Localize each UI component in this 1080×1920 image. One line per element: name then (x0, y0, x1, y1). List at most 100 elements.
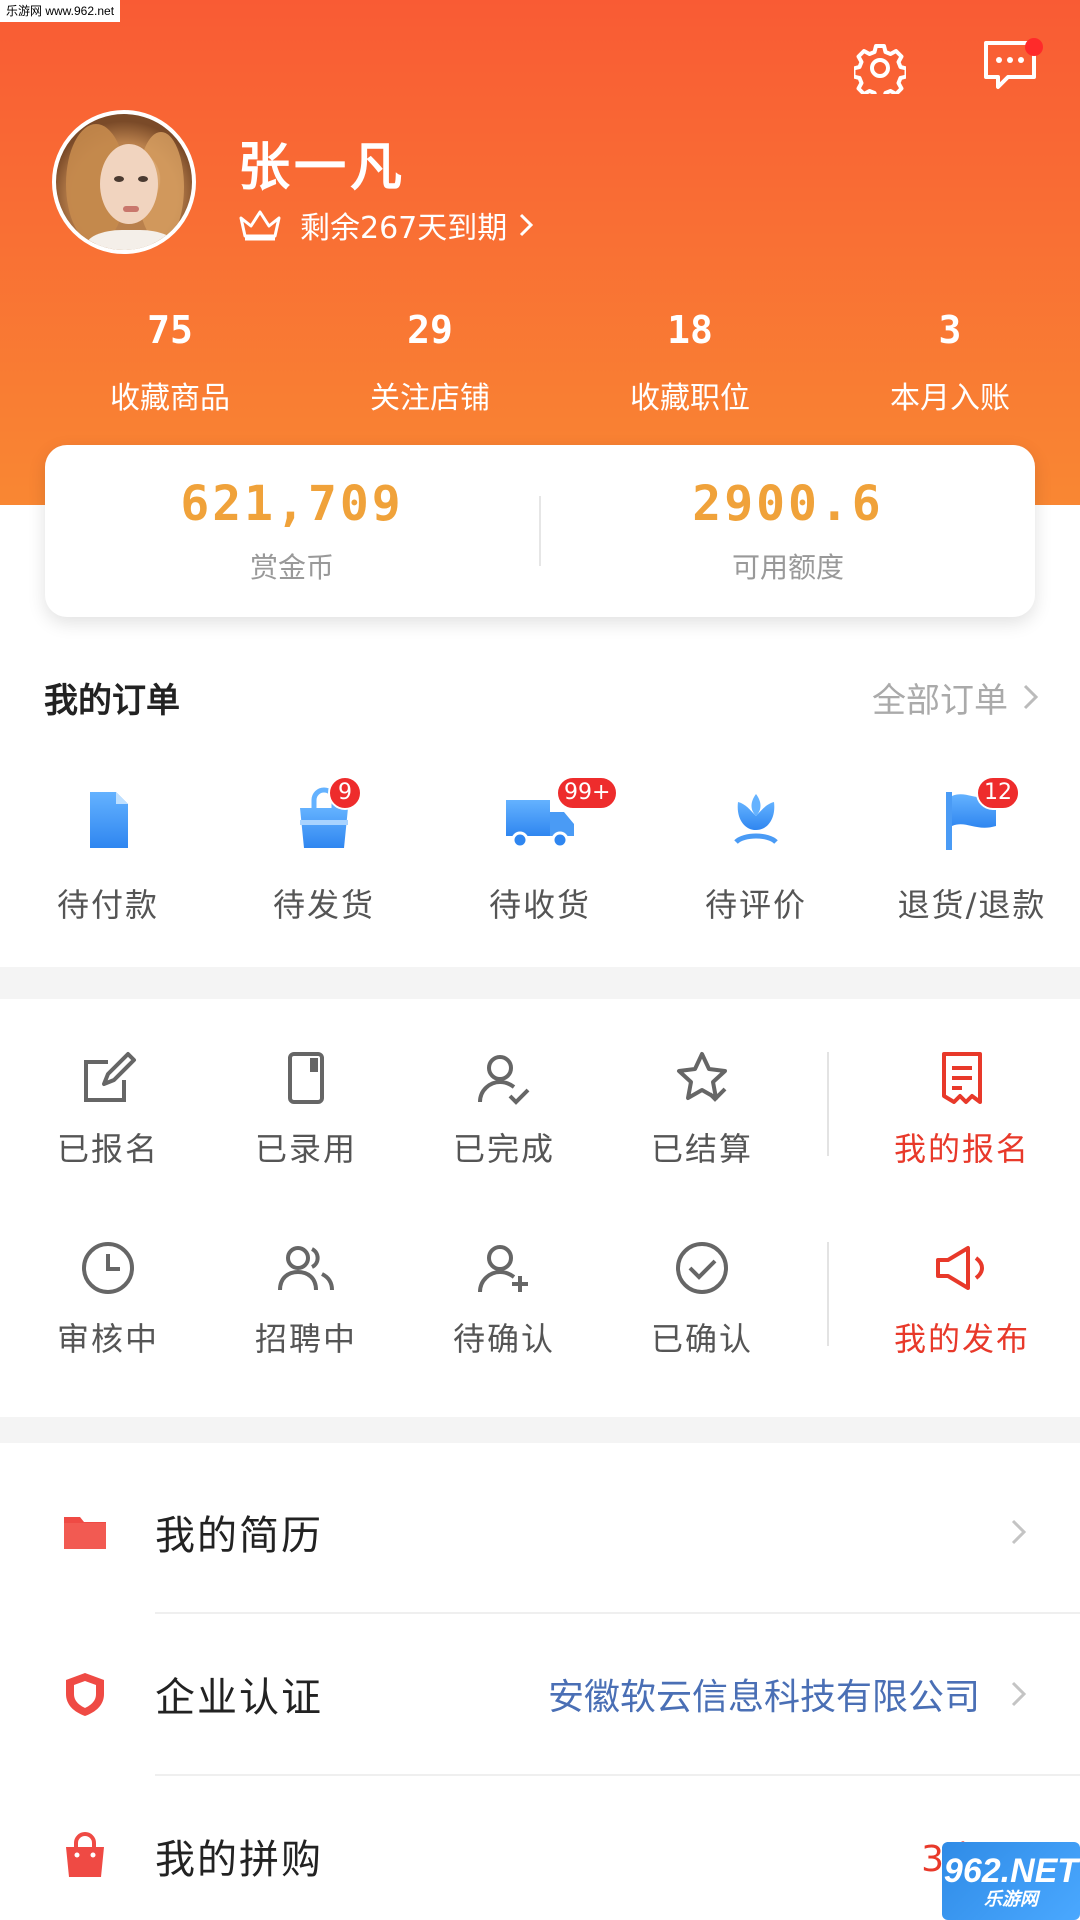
order-pending-shipment[interactable]: 9 待发货 (216, 776, 432, 930)
orders-title: 我的订单 (44, 680, 180, 721)
bag-icon (66, 1832, 104, 1877)
chevron-right-icon (1023, 684, 1039, 710)
wallet-coins[interactable]: 621,709 赏金币 (45, 476, 539, 586)
settings-button[interactable] (845, 33, 915, 103)
messages-button[interactable] (975, 30, 1045, 100)
job-label: 招聘中 (254, 1320, 357, 1358)
stat-label: 收藏商品 (110, 381, 230, 416)
all-orders-link[interactable]: 全部订单 (872, 673, 1040, 722)
job-label: 我的报名 (893, 1130, 1030, 1168)
order-badge: 99+ (556, 776, 619, 810)
job-label: 已确认 (650, 1320, 753, 1358)
stat-value: 18 (667, 308, 713, 352)
job-row-separator (827, 1242, 829, 1346)
job-under-review[interactable]: 审核中 (8, 1238, 208, 1360)
wallet-value: 2900.6 (692, 476, 884, 532)
avatar[interactable] (52, 110, 196, 254)
stat-followed-shops[interactable]: 29 关注店铺 (300, 305, 560, 417)
job-status-row-1: 已报名 已录用 已完成 已结算 我的报名 (0, 1048, 1080, 1208)
menu-title: 企业认证 (155, 1675, 323, 1721)
stat-label: 关注店铺 (370, 381, 490, 416)
folder-icon (64, 1517, 106, 1549)
job-label: 审核中 (56, 1320, 159, 1358)
stats-row: 75 收藏商品 29 关注店铺 18 收藏职位 3 本月入账 (40, 305, 1080, 417)
watermark-top: 乐游网 www.962.net (0, 0, 121, 22)
user-check-icon (478, 1055, 530, 1105)
order-label: 退货/退款 (897, 886, 1047, 924)
menu-group-buy[interactable]: 我的拼购 3张 (0, 1776, 1080, 1920)
stat-favorite-jobs[interactable]: 18 收藏职位 (560, 305, 820, 417)
orders-header: 我的订单 全部订单 (44, 672, 1040, 722)
watermark-logo: 962.NET 乐游网 (942, 1842, 1080, 1920)
job-pending-confirm[interactable]: 待确认 (404, 1238, 604, 1360)
order-pending-review[interactable]: 待评价 (648, 780, 864, 930)
job-hired[interactable]: 已录用 (206, 1048, 406, 1170)
wallet-label: 赏金币 (249, 551, 334, 584)
job-signed-up[interactable]: 已报名 (8, 1048, 208, 1170)
job-label: 已录用 (254, 1130, 357, 1168)
job-confirmed[interactable]: 已确认 (602, 1238, 802, 1360)
wallet-value: 621,709 (180, 476, 404, 532)
chevron-right-icon (1011, 1681, 1027, 1707)
watermark-line2: 乐游网 (984, 1889, 1038, 1909)
user-plus-icon (478, 1245, 528, 1293)
users-icon (278, 1246, 334, 1291)
chevron-right-icon (520, 213, 534, 237)
flower-icon (734, 794, 778, 845)
menu-title: 我的简历 (155, 1513, 323, 1559)
order-pending-payment[interactable]: 待付款 (0, 780, 216, 930)
document-icon (90, 792, 128, 848)
clock-icon (82, 1242, 134, 1294)
job-settled[interactable]: 已结算 (602, 1048, 802, 1170)
profile-header: 乐游网 www.962.net 张一凡 剩余267天到期 75 收藏商品 29 … (0, 0, 1080, 505)
order-badge: 12 (976, 776, 1020, 810)
job-label: 已完成 (452, 1130, 555, 1168)
gear-icon (854, 44, 906, 94)
order-badge: 9 (328, 776, 362, 810)
signup-doc-icon (942, 1052, 982, 1104)
job-label: 我的发布 (893, 1320, 1030, 1358)
section-divider (0, 1417, 1080, 1443)
wallet-credit[interactable]: 2900.6 可用额度 (541, 476, 1035, 586)
my-postings[interactable]: 我的发布 (862, 1238, 1062, 1360)
vip-expiry-text: 剩余267天到期 (300, 211, 508, 246)
user-name: 张一凡 (238, 138, 407, 198)
order-status-row: 待付款 9 待发货 99+ 待收货 待评价 12 退货/退款 (0, 776, 1080, 930)
my-signups[interactable]: 我的报名 (862, 1048, 1062, 1170)
phone-icon (288, 1052, 324, 1104)
stat-label: 收藏职位 (630, 381, 750, 416)
vip-status-link[interactable]: 剩余267天到期 (238, 205, 535, 246)
stat-favorite-goods[interactable]: 75 收藏商品 (40, 305, 300, 417)
profile-page: 乐游网 www.962.net 张一凡 剩余267天到期 75 收藏商品 29 … (0, 0, 1080, 1920)
chevron-right-icon (1011, 1519, 1027, 1545)
menu-resume[interactable]: 我的简历 (0, 1452, 1080, 1612)
menu-title: 我的拼购 (155, 1837, 323, 1883)
job-label: 已报名 (56, 1130, 159, 1168)
wallet-card: 621,709 赏金币 2900.6 可用额度 (45, 445, 1035, 617)
watermark-line1: 962.NET (943, 1852, 1079, 1890)
stat-value: 29 (407, 308, 453, 352)
wallet-label: 可用额度 (731, 551, 844, 584)
job-completed[interactable]: 已完成 (404, 1048, 604, 1170)
shield-icon (66, 1673, 104, 1716)
order-label: 待发货 (272, 886, 375, 924)
job-status-row-2: 审核中 招聘中 待确认 已确认 我的发布 (0, 1238, 1080, 1398)
unread-dot (1025, 38, 1043, 56)
job-recruiting[interactable]: 招聘中 (206, 1238, 406, 1360)
order-label: 待付款 (56, 886, 159, 924)
stat-value: 3 (938, 308, 962, 352)
order-label: 待收货 (488, 886, 591, 924)
crown-icon (239, 210, 281, 241)
star-check-icon (677, 1052, 727, 1102)
company-name: 安徽软云信息科技有限公司 (547, 1677, 980, 1718)
stat-value: 75 (147, 308, 193, 352)
section-divider (0, 967, 1080, 999)
stat-monthly-income[interactable]: 3 本月入账 (820, 305, 1080, 417)
job-row-separator (827, 1052, 829, 1156)
menu-enterprise-verification[interactable]: 企业认证 安徽软云信息科技有限公司 (0, 1614, 1080, 1774)
order-refund[interactable]: 12 退货/退款 (864, 776, 1080, 930)
all-orders-label: 全部订单 (872, 680, 1008, 721)
order-pending-receipt[interactable]: 99+ 待收货 (432, 776, 648, 930)
job-label: 待确认 (452, 1320, 555, 1358)
order-label: 待评价 (704, 886, 807, 924)
